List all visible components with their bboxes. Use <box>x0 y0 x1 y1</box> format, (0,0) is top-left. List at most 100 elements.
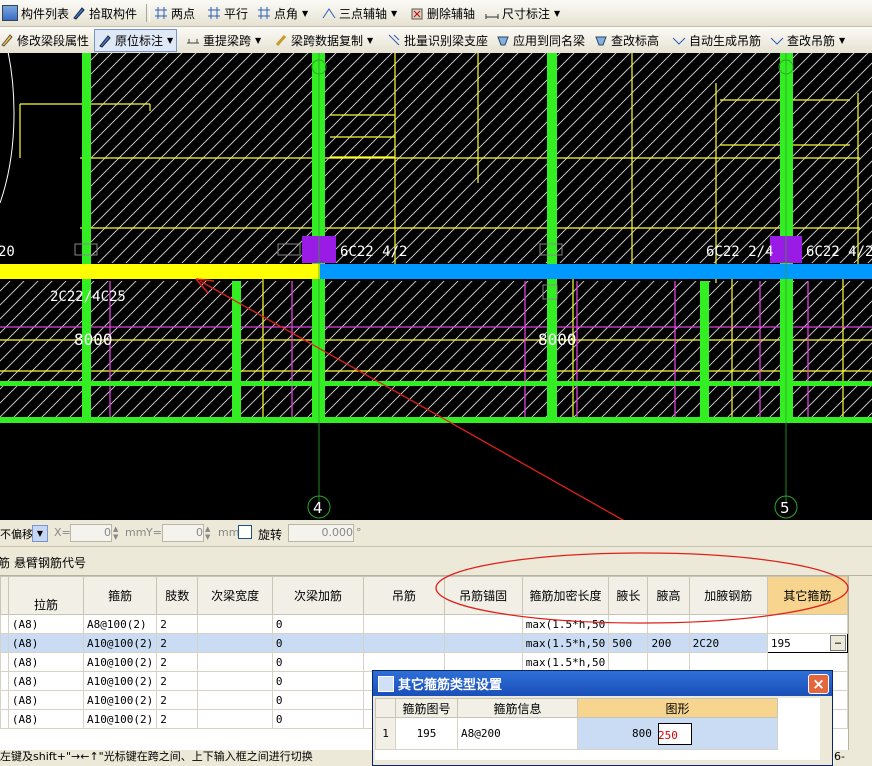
table-cell[interactable]: A10@100(2) <box>82 652 158 672</box>
table-cell[interactable]: A10@100(2) <box>82 671 158 691</box>
shape-value-800[interactable]: 800 <box>632 727 652 740</box>
table-cell[interactable] <box>647 652 690 672</box>
table-cell[interactable]: 2C20 <box>688 633 768 653</box>
tab-cantilever-code[interactable]: 悬臂钢筋代号 <box>14 554 86 571</box>
close-icon[interactable]: × <box>808 674 829 694</box>
table-cell[interactable] <box>443 652 523 672</box>
dialog-titlebar[interactable]: 其它箍筋类型设置 × <box>373 671 832 696</box>
in-situ-label-button[interactable]: 原位标注 ▼ <box>94 29 178 52</box>
table-cell[interactable] <box>197 690 273 710</box>
dropdown-arrow-icon[interactable]: ▼ <box>367 36 373 45</box>
batch-identify-support-button[interactable]: 批量识别梁支座 <box>387 30 488 50</box>
dialog-row-code[interactable]: 195 <box>395 717 458 750</box>
table-cell[interactable]: (A8) <box>7 633 84 653</box>
table-cell[interactable]: A10@100(2) <box>82 690 158 710</box>
apply-same-name-button[interactable]: 应用到同名梁 <box>496 30 585 50</box>
table-cell[interactable]: 2 <box>156 671 199 691</box>
cad-canvas[interactable]: 20 6C22 4/2 6C22 2/4 6C22 4/2 2C22/4C25 … <box>0 53 872 520</box>
table-row[interactable]: (A8) A10@100(2) 2 0 max(1.5*h,50 <box>0 652 849 672</box>
table-cell[interactable] <box>0 614 9 634</box>
check-elevation-button[interactable]: 查改标高 <box>594 30 659 50</box>
x-spinner[interactable]: ▲ ▼ <box>113 525 123 541</box>
table-cell[interactable]: A10@100(2) <box>82 709 158 729</box>
dropdown-arrow-icon[interactable]: ▼ <box>839 36 845 45</box>
parallel-button[interactable]: 平行 <box>207 3 248 23</box>
table-cell[interactable]: 195 … <box>766 633 849 653</box>
table-cell[interactable]: max(1.5*h,50 <box>521 652 610 672</box>
x-input[interactable]: 0 <box>70 524 112 542</box>
table-cell[interactable]: 0 <box>271 652 365 672</box>
table-cell[interactable]: 0 <box>271 633 365 653</box>
table-cell[interactable]: 2 <box>156 633 199 653</box>
table-cell[interactable]: 0 <box>271 671 365 691</box>
table-cell[interactable] <box>443 633 523 653</box>
pick-component-button[interactable]: 拾取构件 <box>72 3 137 23</box>
dropdown-arrow-icon[interactable]: ▼ <box>391 9 397 18</box>
table-cell[interactable]: 200 <box>647 633 690 653</box>
table-cell[interactable]: A8@100(2) <box>82 614 158 634</box>
table-cell[interactable]: 0 <box>271 614 365 634</box>
tab-partial[interactable]: 筋 <box>0 554 10 571</box>
dimension-button[interactable]: 尺寸标注 ▼ <box>485 3 560 23</box>
table-cell[interactable] <box>0 709 9 729</box>
dropdown-arrow-icon[interactable]: ▼ <box>255 36 261 45</box>
dropdown-arrow-icon[interactable]: ▼ <box>167 36 173 45</box>
component-list-button[interactable]: 构件列表 <box>2 3 69 23</box>
table-cell[interactable]: (A8) <box>7 690 84 710</box>
dialog-col-info: 箍筋信息 <box>457 698 578 718</box>
table-cell[interactable]: A10@100(2) <box>82 633 158 653</box>
table-cell[interactable] <box>197 652 273 672</box>
rotate-checkbox[interactable] <box>238 525 252 539</box>
two-points-button[interactable]: 两点 <box>154 3 195 23</box>
table-cell[interactable]: 500 <box>608 633 649 653</box>
table-cell[interactable] <box>608 652 649 672</box>
ellipsis-button[interactable]: … <box>830 635 846 651</box>
table-cell[interactable] <box>197 709 273 729</box>
table-cell[interactable]: 2 <box>156 652 199 672</box>
table-cell[interactable]: 0 <box>271 709 365 729</box>
table-cell[interactable] <box>363 633 445 653</box>
table-cell[interactable] <box>197 614 273 634</box>
table-cell[interactable]: (A8) <box>7 671 84 691</box>
y-input[interactable]: 0 <box>162 524 204 542</box>
table-cell[interactable]: 2 <box>156 709 199 729</box>
shape-value-250[interactable]: 250 <box>658 729 678 742</box>
table-cell[interactable] <box>0 633 9 653</box>
table-cell[interactable]: 2 <box>156 690 199 710</box>
beam-yellow-selected[interactable] <box>0 264 320 279</box>
dropdown-arrow-icon[interactable]: ▼ <box>554 9 560 18</box>
dialog-row-info[interactable]: A8@200 <box>457 717 578 750</box>
table-cell[interactable]: (A8) <box>7 614 84 634</box>
table-cell[interactable] <box>0 671 9 691</box>
dialog-row-shape[interactable]: 800 250 <box>577 717 778 750</box>
table-cell[interactable]: 2 <box>156 614 199 634</box>
table-cell[interactable] <box>766 652 849 672</box>
table-cell[interactable] <box>0 690 9 710</box>
dialog-scrollbar[interactable] <box>820 698 826 760</box>
delete-axis-button[interactable]: 删除辅轴 <box>410 3 475 23</box>
point-angle-button[interactable]: 点角 ▼ <box>257 3 308 23</box>
check-hanger-button[interactable]: 查改吊筋 ▼ <box>770 30 845 50</box>
dropdown-arrow-icon[interactable]: ▼ <box>302 9 308 18</box>
table-cell[interactable] <box>197 671 273 691</box>
table-cell[interactable]: (A8) <box>7 709 84 729</box>
table-cell[interactable] <box>363 652 445 672</box>
y-spinner[interactable]: ▲ ▼ <box>205 525 215 541</box>
table-row[interactable]: (A8) A10@100(2) 2 0 max(1.5*h,50 500 200 2C20 19… <box>0 633 849 653</box>
auto-hanger-button[interactable]: 自动生成吊筋 <box>672 30 761 50</box>
table-cell[interactable]: (A8) <box>7 652 84 672</box>
table-cell[interactable] <box>688 652 768 672</box>
table-cell[interactable] <box>0 652 9 672</box>
table-cell[interactable]: 0 <box>271 690 365 710</box>
y-unit: mm <box>218 526 240 539</box>
three-point-axis-button[interactable]: 三点辅轴 ▼ <box>322 3 397 23</box>
re-extract-span-button[interactable]: 重提梁跨 ▼ <box>186 30 261 50</box>
other-stirrup-input[interactable]: 195 <box>771 637 791 650</box>
modify-span-props-button[interactable]: 修改梁段属性 <box>0 30 89 50</box>
table-cell[interactable] <box>197 633 273 653</box>
table-cell[interactable]: max(1.5*h,50 <box>521 633 610 653</box>
offset-mode-dropdown[interactable]: ▼ <box>32 525 48 542</box>
copy-span-data-button[interactable]: 梁跨数据复制 ▼ <box>274 30 373 50</box>
rotate-input[interactable]: 0.000 <box>288 524 354 542</box>
beam-blue[interactable] <box>320 264 872 279</box>
